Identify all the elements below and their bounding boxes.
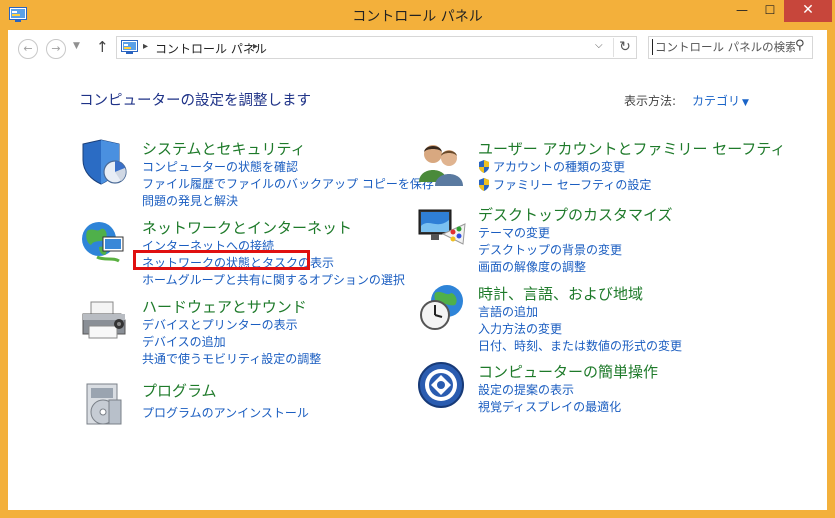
programs-disc-icon: [86, 383, 122, 425]
category-title-clock-language-region[interactable]: 時計、言語、および地域: [478, 283, 643, 304]
link-file-history-backup[interactable]: ファイル履歴でファイルのバックアップ コピーを保存: [142, 175, 434, 192]
category-title-desktop-customization[interactable]: デスクトップのカスタマイズ: [478, 204, 673, 225]
title-bar[interactable]: コントロール パネル — ☐ ✕: [0, 0, 835, 32]
category-title-ease-of-access[interactable]: コンピューターの簡単操作: [478, 361, 658, 382]
uac-shield-icon: [479, 178, 489, 191]
view-by-label: 表示方法:: [624, 94, 677, 108]
link-optimize-visual-display[interactable]: 視覚ディスプレイの最適化: [478, 398, 621, 415]
minimize-button[interactable]: —: [728, 0, 756, 22]
users-icon: [419, 145, 463, 186]
link-change-background[interactable]: デスクトップの背景の変更: [478, 241, 622, 258]
control-panel-icon: [121, 40, 138, 54]
printer-icon: [82, 301, 126, 339]
link-network-status-tasks[interactable]: ネットワークの状態とタスクの表示: [142, 254, 334, 271]
address-bar[interactable]: ▸ コントロール パネル ▸ ⌵ ↻: [116, 36, 637, 59]
link-adjust-resolution[interactable]: 画面の解像度の調整: [478, 258, 586, 275]
page-heading: コンピューターの設定を調整します: [79, 93, 311, 109]
breadcrumb-separator[interactable]: ▸: [143, 41, 148, 52]
link-uninstall-program[interactable]: プログラムのアンインストール: [142, 404, 309, 421]
link-change-date-time-format[interactable]: 日付、時刻、または数値の形式の変更: [478, 337, 682, 354]
category-title-user-accounts[interactable]: ユーザー アカウントとファミリー セーフティ: [478, 138, 785, 159]
search-input[interactable]: [652, 39, 795, 55]
link-label[interactable]: ファミリー セーフティの設定: [493, 178, 651, 192]
link-add-device[interactable]: デバイスの追加: [142, 333, 226, 350]
chevron-down-icon[interactable]: ▼: [742, 98, 749, 108]
breadcrumb-control-panel[interactable]: コントロール パネル: [155, 40, 267, 57]
back-button[interactable]: ←: [18, 39, 38, 59]
link-change-input-method[interactable]: 入力方法の変更: [478, 320, 562, 337]
category-title-programs[interactable]: プログラム: [142, 380, 217, 401]
link-change-theme[interactable]: テーマの変更: [478, 224, 550, 241]
ease-of-access-icon: [418, 362, 464, 408]
window-title: コントロール パネル: [352, 9, 483, 25]
refresh-icon[interactable]: ↻: [613, 38, 636, 57]
control-panel-window: コントロール パネル — ☐ ✕ ← → ▼ ↑ ▸ コントロール パネル ▸: [0, 0, 835, 518]
link-check-computer-status[interactable]: コンピューターの状態を確認: [142, 158, 298, 175]
link-settings-suggestions[interactable]: 設定の提案の表示: [478, 381, 574, 398]
link-mobility-settings[interactable]: 共通で使うモビリティ設定の調整: [142, 350, 321, 367]
navigation-toolbar: ← → ▼ ↑ ▸ コントロール パネル ▸ ⌵ ↻ ⚲: [8, 30, 827, 66]
link-family-safety[interactable]: ファミリー セーフティの設定: [478, 176, 651, 193]
link-label[interactable]: アカウントの種類の変更: [493, 160, 625, 174]
link-connect-internet[interactable]: インターネットへの接続: [142, 237, 274, 254]
link-devices-printers[interactable]: デバイスとプリンターの表示: [142, 316, 298, 333]
search-box[interactable]: ⚲: [648, 36, 813, 59]
category-title-hardware-sound[interactable]: ハードウェアとサウンド: [142, 296, 307, 317]
forward-button[interactable]: →: [46, 39, 66, 59]
view-by-dropdown[interactable]: カテゴリ ▼: [692, 92, 749, 109]
link-add-language[interactable]: 言語の追加: [478, 303, 538, 320]
close-button[interactable]: ✕: [784, 0, 832, 22]
uac-shield-icon: [479, 160, 489, 173]
category-title-network-internet[interactable]: ネットワークとインターネット: [142, 217, 352, 238]
link-change-account-type[interactable]: アカウントの種類の変更: [478, 158, 625, 175]
network-globe-icon: [82, 222, 124, 263]
search-icon[interactable]: ⚲: [795, 38, 805, 53]
maximize-button[interactable]: ☐: [756, 0, 784, 22]
shield-icon: [82, 139, 127, 185]
link-homegroup-sharing[interactable]: ホームグループと共有に関するオプションの選択: [142, 271, 405, 288]
address-dropdown-icon[interactable]: ⌵: [595, 40, 603, 51]
link-find-fix-problems[interactable]: 問題の発見と解決: [142, 192, 238, 209]
monitor-palette-icon: [418, 209, 466, 245]
content-area: ← → ▼ ↑ ▸ コントロール パネル ▸ ⌵ ↻ ⚲: [8, 30, 827, 510]
breadcrumb-separator[interactable]: ▸: [253, 41, 258, 52]
clock-globe-icon: [420, 285, 463, 330]
up-button[interactable]: ↑: [96, 38, 109, 56]
category-title-system-security[interactable]: システムとセキュリティ: [142, 138, 306, 159]
recent-locations-dropdown[interactable]: ▼: [73, 41, 80, 51]
view-by-value[interactable]: カテゴリ: [692, 94, 740, 108]
